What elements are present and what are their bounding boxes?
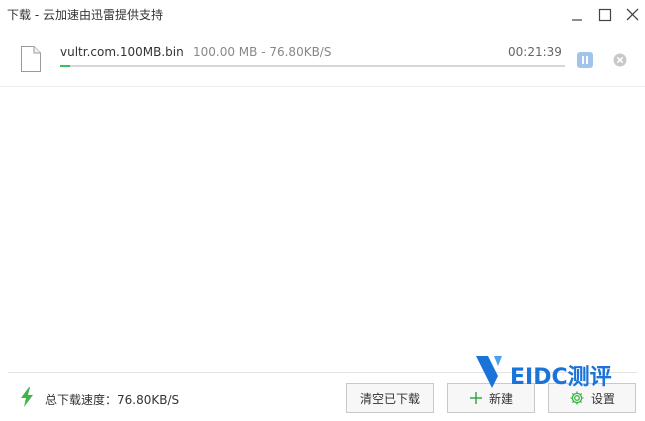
plus-icon [469, 392, 482, 404]
window-title: 下载 - 云加速由迅雷提供支持 [7, 8, 163, 22]
title-bar: 下载 - 云加速由迅雷提供支持 [0, 0, 645, 30]
gear-icon [570, 391, 584, 405]
progress-fill [60, 65, 71, 67]
time-remaining: 00:21:39 [508, 45, 562, 59]
new-download-label: 新建 [488, 391, 513, 406]
close-button[interactable] [622, 4, 644, 26]
new-download-button[interactable]: 新建 [447, 383, 535, 413]
total-speed: 总下载速度：76.80KB/S [45, 393, 180, 407]
close-icon [626, 8, 639, 21]
download-window: 下载 - 云加速由迅雷提供支持 vultr.com.100MB.bin 100.… [0, 0, 645, 421]
minimize-icon [572, 19, 582, 21]
pause-button[interactable] [577, 52, 593, 68]
download-item[interactable]: vultr.com.100MB.bin 100.00 MB - 76.80KB/… [0, 35, 645, 87]
settings-label: 设置 [590, 391, 615, 406]
pause-icon [582, 56, 584, 64]
progress-bar [60, 65, 565, 67]
clear-downloaded-button[interactable]: 清空已下载 [346, 383, 434, 413]
maximize-icon [598, 8, 612, 22]
clear-downloaded-label: 清空已下载 [359, 391, 420, 406]
settings-button[interactable]: 设置 [548, 383, 636, 413]
pause-icon-bar [586, 56, 588, 64]
minimize-button[interactable] [566, 4, 588, 26]
footer-bar: 总下载速度：76.80KB/S 清空已下载 新建 设置 [8, 372, 637, 421]
file-icon [21, 46, 41, 72]
file-size-speed: 100.00 MB - 76.80KB/S [193, 45, 332, 59]
lightning-bolt-icon [21, 387, 33, 407]
file-name: vultr.com.100MB.bin [60, 45, 184, 59]
remove-circle-icon[interactable] [612, 52, 628, 68]
maximize-button[interactable] [594, 4, 616, 26]
